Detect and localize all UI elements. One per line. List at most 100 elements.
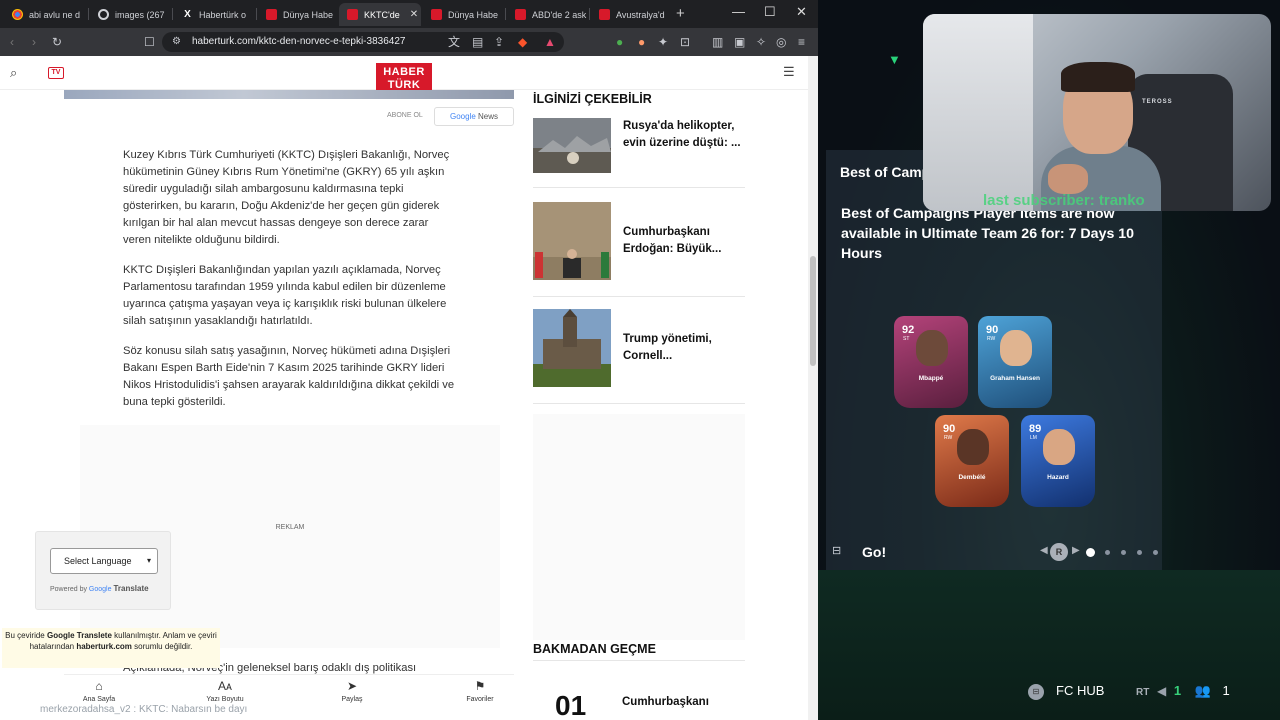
desktop-stage: abi avlu ne d images (267 X Habertürk o … [0, 0, 1280, 720]
player-portrait [1000, 330, 1032, 366]
vpn-icon[interactable]: ◎ [776, 34, 786, 50]
tv-icon[interactable]: TV [48, 67, 64, 79]
tab-label: Dünya Habe [283, 9, 334, 20]
search-icon[interactable]: ⌕ [10, 65, 17, 81]
extension-green-icon[interactable]: ● [616, 34, 623, 50]
speaker-icon: ◀ [1156, 684, 1167, 698]
player-card[interactable]: 90 RW Dembélé [935, 415, 1009, 507]
haberturk-icon [515, 9, 526, 20]
tab-3[interactable]: Dünya Habe [258, 3, 338, 26]
close-tab-icon[interactable]: ✕ [410, 9, 418, 20]
webcam-feed: TEROSS last subscriber: tranko [923, 14, 1271, 211]
game-logo-icon: ▼ [888, 52, 901, 67]
users-icon: 👥 [1194, 683, 1211, 698]
tab-separator [505, 8, 506, 20]
go-button[interactable]: Go! [862, 544, 886, 560]
powered-by-label: Powered by [50, 586, 87, 593]
player-card[interactable]: 90 RW Graham Hansen [978, 316, 1052, 408]
close-window-icon[interactable]: ✕ [796, 4, 807, 20]
reload-icon[interactable]: ↻ [52, 34, 62, 50]
sidebar-caption: Trump yönetimi, Cornell... [623, 333, 712, 362]
pager-dot[interactable] [1153, 550, 1158, 555]
minimize-icon[interactable]: — [732, 4, 745, 19]
pager-dot[interactable] [1105, 550, 1110, 555]
subscriber-ticker: last subscriber: tranko [983, 192, 1145, 209]
gnews-news: News [478, 112, 499, 121]
r-button-icon[interactable]: R [1050, 543, 1068, 561]
sidebar-toggle-icon[interactable]: ▥ [712, 34, 723, 50]
rt-label: RT [1136, 687, 1150, 698]
notice-part1: Bu çeviride [5, 631, 45, 640]
player-card[interactable]: 89 LM Hazard [1021, 415, 1095, 507]
brave-shield-icon[interactable]: ◆ [518, 34, 527, 50]
follow-label: ABONE OL [387, 112, 423, 119]
status-bar: RT ◀ 1 👥 1 [1136, 683, 1230, 699]
language-select-value: Select Language [64, 556, 132, 566]
tab-7[interactable]: Avustralya'd [591, 3, 671, 26]
player-position: RW [987, 336, 996, 342]
streamer-hand [1048, 164, 1088, 194]
pager-dot[interactable] [1137, 550, 1142, 555]
browser-toolbar: ‹ › ↻ ☐ ⚙ haberturk.com/kktc-den-norvec-… [0, 28, 818, 56]
tab-1[interactable]: images (267 [90, 3, 172, 26]
notice-bold2: haberturk.com [76, 642, 132, 651]
promo-panel[interactable]: Best of Camp Best of Campaigns Player It… [826, 150, 1162, 570]
font-size-icon: Aᴀ [218, 679, 232, 693]
bookmark-icon: ⚑ [474, 679, 486, 693]
extensions-icon[interactable]: ✦ [658, 34, 668, 50]
page-scrollbar[interactable] [808, 56, 818, 720]
sidebar-ad-slot [533, 414, 745, 640]
pager-dot-active[interactable] [1086, 548, 1095, 557]
back-icon[interactable]: ‹ [10, 34, 14, 50]
fc-hub[interactable]: ⊟ FC HUB [1028, 683, 1104, 700]
extension-orange-icon[interactable]: ● [638, 34, 645, 50]
share-page-icon[interactable]: ⇪ [494, 34, 504, 50]
sidebar-item[interactable]: Cumhurbaşkanı Erdoğan: Büyük... [533, 202, 745, 297]
hamburger-icon[interactable]: ☰ [783, 64, 795, 80]
sidebar-item[interactable]: Trump yönetimi, Cornell... [533, 309, 745, 404]
sidebar-item[interactable]: Rusya'da helikopter, evin üzerine düştü:… [533, 118, 745, 188]
tab-2[interactable]: X Habertürk o [174, 3, 256, 26]
player-card[interactable]: 92 ST Mbappé [894, 316, 968, 408]
menu-icon[interactable]: ≡ [798, 34, 805, 50]
ad-label: REKLAM [275, 524, 305, 531]
fc-hub-label: FC HUB [1056, 683, 1105, 698]
translate-notice: Bu çeviride Google Translete kullanılmış… [2, 628, 220, 668]
share-icon: ➤ [346, 679, 358, 693]
fc-hub-icon: ⊟ [1028, 683, 1044, 700]
scrollbar-thumb[interactable] [810, 256, 816, 366]
pager-left-icon[interactable]: ◀ [1040, 545, 1048, 556]
screenshot-icon[interactable]: ⊡ [680, 34, 690, 50]
reader-icon[interactable]: ▤ [472, 34, 483, 50]
tab-6[interactable]: ABD'de 2 ask [507, 3, 589, 26]
maximize-icon[interactable]: ☐ [764, 4, 776, 20]
translate-label: Translate [113, 584, 149, 593]
forward-icon[interactable]: › [32, 34, 36, 50]
tab-5[interactable]: Dünya Habe [423, 3, 505, 26]
tab-separator [589, 8, 590, 20]
notice-bold1: Google Translete [46, 631, 112, 640]
sidebar-caption: Cumhurbaşkanı Erdoğan: Büyük... [623, 226, 722, 255]
ranked-caption[interactable]: Cumhurbaşkanı [622, 696, 709, 708]
nav-favorites[interactable]: ⚑ Favoriler [445, 679, 515, 703]
nav-share[interactable]: ➤ Paylaş [317, 679, 387, 703]
nav-font-size[interactable]: Aᴀ Yazı Boyutu [190, 679, 260, 703]
language-select[interactable]: Select Language ▾ [50, 548, 158, 574]
leo-ai-icon[interactable]: ✧ [756, 34, 766, 50]
site-info-icon[interactable]: ⚙ [172, 32, 181, 52]
wallet-icon[interactable]: ▣ [734, 34, 745, 50]
pager-dot[interactable] [1121, 550, 1126, 555]
nav-home[interactable]: ⌂ Ana Sayfa [64, 679, 134, 703]
brave-rewards-icon[interactable]: ▲ [544, 34, 556, 50]
new-tab-plus-icon[interactable]: + [676, 5, 685, 22]
tab-4-active[interactable]: KKTC'de ✕ [339, 3, 421, 26]
tab-0[interactable]: abi avlu ne d [4, 3, 86, 26]
google-news-button[interactable]: Google News [434, 107, 514, 126]
url-text: haberturk.com/kktc-den-norvec-e-tepki-38… [192, 36, 406, 47]
bookmark-page-icon[interactable]: ☐ [144, 34, 155, 50]
translate-icon[interactable]: 文 [448, 34, 460, 50]
tab-label: ABD'de 2 ask [532, 9, 587, 20]
player-portrait [957, 429, 989, 465]
tab-separator [172, 8, 173, 20]
pager-right-icon[interactable]: ▶ [1072, 545, 1080, 556]
